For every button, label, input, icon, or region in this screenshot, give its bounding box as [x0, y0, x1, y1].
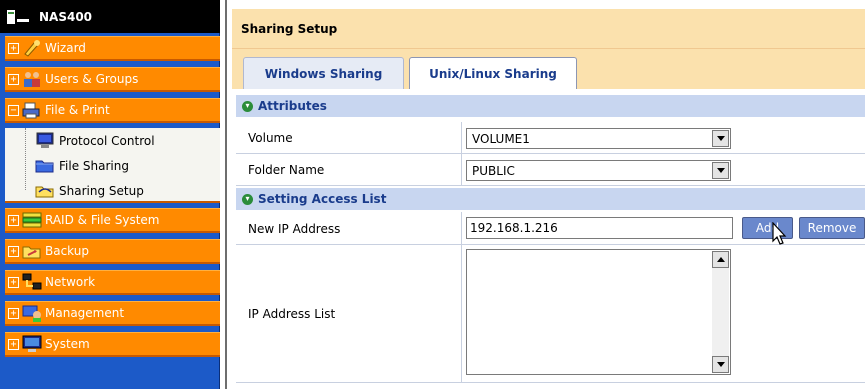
- column-divider: [461, 212, 462, 245]
- expand-icon[interactable]: +: [8, 338, 19, 350]
- scroll-down-icon[interactable]: [712, 356, 729, 373]
- tab-windows-sharing[interactable]: Windows Sharing: [243, 57, 404, 89]
- main-panel: Sharing Setup Windows Sharing Unix/Linux…: [232, 0, 865, 389]
- sidebar-title-text: NAS400: [39, 9, 93, 24]
- column-divider: [461, 122, 462, 154]
- sidebar-item-users-groups[interactable]: + Users & Groups: [5, 67, 220, 92]
- collapse-section-icon[interactable]: ▾: [242, 100, 253, 112]
- scroll-track[interactable]: [712, 268, 729, 356]
- collapse-icon[interactable]: −: [8, 104, 19, 116]
- wizard-icon: [22, 39, 42, 57]
- dropdown-arrow-icon[interactable]: [712, 130, 729, 147]
- sidebar-item-label: System: [45, 337, 90, 351]
- access-list-section-header: ▾ Setting Access List: [236, 188, 865, 210]
- backup-icon: [22, 242, 42, 260]
- tree-connector: [25, 128, 33, 190]
- folder-icon: [35, 157, 55, 174]
- folder-name-select[interactable]: PUBLIC: [466, 160, 731, 181]
- sidebar-item-management[interactable]: + Management: [5, 301, 220, 326]
- column-divider: [461, 154, 462, 186]
- sidebar-item-label: File & Print: [45, 103, 110, 117]
- sidebar-title: NAS400: [0, 0, 220, 33]
- folder-row: Folder Name PUBLIC: [236, 154, 865, 186]
- printer-icon: [22, 101, 42, 119]
- panel-divider[interactable]: [225, 0, 227, 389]
- new-ip-row: New IP Address 192.168.1.216 Add Remove: [236, 212, 865, 245]
- sidebar-item-raid[interactable]: + RAID & File System: [5, 208, 220, 233]
- page-title: Sharing Setup: [232, 9, 865, 49]
- sidebar-item-label: Backup: [45, 244, 89, 258]
- monitor-icon: [35, 132, 55, 149]
- expand-icon[interactable]: +: [8, 245, 19, 257]
- tab-unix-linux-sharing[interactable]: Unix/Linux Sharing: [409, 57, 577, 89]
- sidebar: NAS400 + Wizard + Users & Groups − File …: [0, 0, 220, 389]
- volume-select[interactable]: VOLUME1: [466, 128, 731, 149]
- file-print-submenu: Protocol Control File Sharing Sharing Se…: [5, 128, 220, 203]
- listbox-scrollbar[interactable]: [712, 251, 729, 373]
- expand-icon[interactable]: +: [8, 42, 19, 54]
- expand-icon[interactable]: +: [8, 214, 19, 226]
- submenu-item-label: Protocol Control: [59, 133, 155, 148]
- network-icon: [22, 273, 42, 291]
- ip-address-listbox[interactable]: [466, 249, 731, 375]
- column-divider: [461, 245, 462, 383]
- expand-icon[interactable]: +: [8, 276, 19, 288]
- scroll-up-icon[interactable]: [712, 251, 729, 268]
- sidebar-item-label: RAID & File System: [45, 213, 160, 227]
- nas-device-icon: [5, 7, 35, 27]
- sidebar-item-wizard[interactable]: + Wizard: [5, 36, 220, 61]
- management-icon: [22, 304, 42, 322]
- section-title: Attributes: [258, 99, 327, 113]
- sidebar-item-label: Management: [45, 306, 125, 320]
- tab-bar: Windows Sharing Unix/Linux Sharing: [232, 49, 865, 89]
- users-icon: [22, 70, 42, 88]
- expand-icon[interactable]: +: [8, 73, 19, 85]
- system-monitor-icon: [22, 335, 42, 353]
- volume-select-value: VOLUME1: [472, 131, 530, 146]
- sidebar-item-system[interactable]: + System: [5, 332, 220, 357]
- volume-row: Volume VOLUME1: [236, 122, 865, 154]
- folder-name-label: Folder Name: [248, 163, 325, 177]
- sidebar-item-label: Users & Groups: [45, 72, 139, 86]
- attributes-section-header: ▾ Attributes: [236, 95, 865, 117]
- sidebar-item-backup[interactable]: + Backup: [5, 239, 220, 264]
- sidebar-item-label: Network: [45, 275, 96, 289]
- submenu-item-label: File Sharing: [59, 158, 129, 173]
- collapse-section-icon[interactable]: ▾: [242, 193, 253, 205]
- remove-button[interactable]: Remove: [799, 217, 865, 239]
- submenu-item-file-sharing[interactable]: File Sharing: [5, 153, 220, 178]
- submenu-item-label: Sharing Setup: [59, 183, 144, 198]
- raid-disks-icon: [22, 211, 42, 229]
- volume-label: Volume: [248, 131, 293, 145]
- dropdown-arrow-icon[interactable]: [712, 162, 729, 179]
- expand-icon[interactable]: +: [8, 307, 19, 319]
- folder-select-value: PUBLIC: [472, 163, 515, 178]
- mouse-pointer-icon: [772, 221, 790, 248]
- ip-address-list-label: IP Address List: [248, 307, 336, 321]
- sidebar-item-label: Wizard: [45, 41, 86, 55]
- shared-folder-icon: [35, 182, 55, 199]
- ip-list-row: IP Address List: [236, 245, 865, 383]
- submenu-item-sharing-setup[interactable]: Sharing Setup: [5, 178, 220, 203]
- sidebar-item-network[interactable]: + Network: [5, 270, 220, 295]
- section-title: Setting Access List: [258, 192, 387, 206]
- sidebar-item-file-print[interactable]: − File & Print: [5, 98, 220, 123]
- new-ip-label: New IP Address: [248, 221, 341, 236]
- new-ip-input[interactable]: 192.168.1.216: [466, 217, 733, 239]
- submenu-item-protocol-control[interactable]: Protocol Control: [5, 128, 220, 153]
